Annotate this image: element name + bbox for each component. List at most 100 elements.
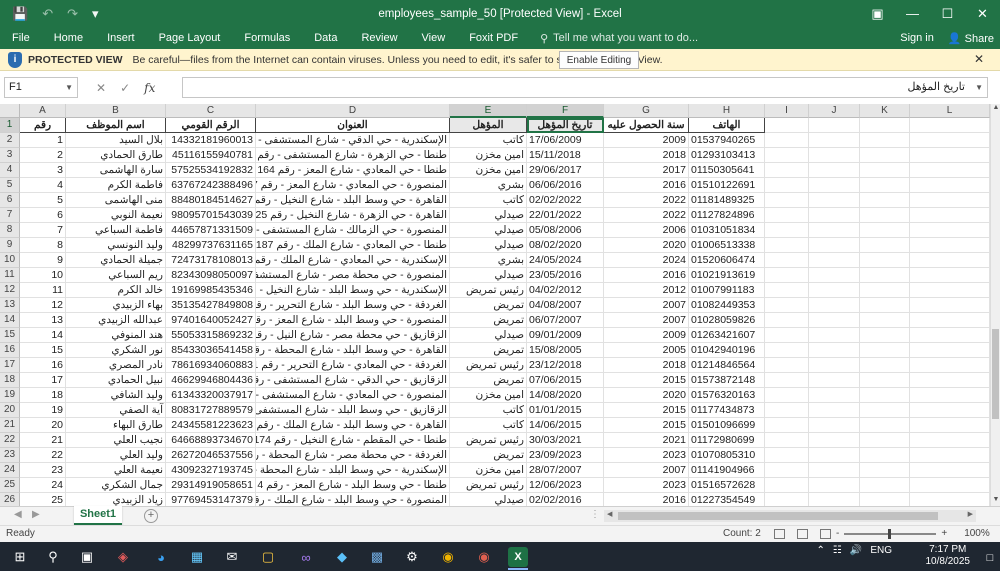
table-cell-addr[interactable]: القاهرة - حي وسط البلد - شارع المحطة - ر… [256, 343, 450, 358]
empty-cell[interactable] [765, 193, 809, 208]
empty-cell[interactable] [809, 298, 860, 313]
empty-cell[interactable] [860, 388, 910, 403]
header-cell-e[interactable]: المؤهل [450, 118, 527, 133]
table-cell-name[interactable]: فاطمة الكرم [66, 178, 166, 193]
table-cell-qdate[interactable]: 15/11/2018 [527, 148, 604, 163]
table-cell-year[interactable]: 2009 [604, 133, 689, 148]
table-cell-name[interactable]: وليد النونسي [66, 238, 166, 253]
table-cell-addr[interactable]: الإسكندرية - حي المعادي - شارع الملك - ر… [256, 253, 450, 268]
table-cell-num[interactable]: 4 [20, 178, 66, 193]
close-icon[interactable]: ✕ [974, 52, 984, 66]
empty-cell[interactable] [860, 178, 910, 193]
empty-cell[interactable] [860, 343, 910, 358]
table-cell-phone[interactable]: 01263421607 [689, 328, 765, 343]
settings-icon[interactable]: ⚙ [402, 547, 422, 567]
row-header[interactable]: 11 [0, 268, 20, 283]
table-cell-name[interactable]: فاطمة السباعي [66, 223, 166, 238]
table-cell-qdate[interactable]: 24/05/2024 [527, 253, 604, 268]
table-cell-qual[interactable]: رئيس تمريض [450, 478, 527, 493]
empty-cell[interactable] [765, 358, 809, 373]
table-cell-phone[interactable]: 01006513338 [689, 238, 765, 253]
ribbon-display-options-icon[interactable]: ▣ [860, 0, 895, 27]
scroll-thumb[interactable] [992, 329, 999, 419]
excel-icon[interactable]: X [508, 547, 528, 567]
table-cell-name[interactable]: نعيمة النوبي [66, 208, 166, 223]
table-cell-qdate[interactable]: 04/08/2007 [527, 298, 604, 313]
table-cell-phone[interactable]: 01214846564 [689, 358, 765, 373]
table-cell-year[interactable]: 2006 [604, 223, 689, 238]
table-cell-num[interactable]: 25 [20, 493, 66, 506]
table-cell-addr[interactable]: طنطا - حي الزهرة - شارع المستشفى - رقم 7… [256, 148, 450, 163]
table-cell-phone[interactable]: 01501096699 [689, 418, 765, 433]
empty-cell[interactable] [765, 148, 809, 163]
table-cell-name[interactable]: وليد الشافي [66, 388, 166, 403]
empty-cell[interactable] [910, 373, 990, 388]
column-header-j[interactable]: J [809, 104, 860, 118]
table-cell-qual[interactable]: امين مخزن [450, 463, 527, 478]
table-cell-phone[interactable]: 01141904966 [689, 463, 765, 478]
empty-cell[interactable] [809, 358, 860, 373]
row-header[interactable]: 24 [0, 463, 20, 478]
row-header[interactable]: 3 [0, 148, 20, 163]
table-cell-phone[interactable]: 01007991183 [689, 283, 765, 298]
search-icon[interactable]: ⚲ [43, 547, 63, 567]
table-cell-phone[interactable]: 01537940265 [689, 133, 765, 148]
network-icon[interactable]: ☷ [833, 545, 842, 556]
table-cell-qual[interactable]: امين مخزن [450, 148, 527, 163]
next-sheet-icon[interactable]: ▶ [32, 509, 40, 520]
empty-cell[interactable] [765, 343, 809, 358]
table-cell-name[interactable]: بهاء الزبيدي [66, 298, 166, 313]
table-cell-addr[interactable]: القاهرة - حي الزهرة - شارع النخيل - رقم … [256, 208, 450, 223]
table-cell-name[interactable]: طارق البهاء [66, 418, 166, 433]
table-cell-qual[interactable]: كاتب [450, 418, 527, 433]
empty-cell[interactable] [809, 373, 860, 388]
table-cell-year[interactable]: 2018 [604, 148, 689, 163]
table-cell-num[interactable]: 3 [20, 163, 66, 178]
table-cell-name[interactable]: هند المنوفي [66, 328, 166, 343]
empty-cell[interactable] [765, 163, 809, 178]
table-cell-addr[interactable]: القاهرة - حي وسط البلد - شارع النخيل - ر… [256, 193, 450, 208]
empty-cell[interactable] [765, 373, 809, 388]
table-cell-qdate[interactable]: 15/08/2005 [527, 343, 604, 358]
row-header[interactable]: 26 [0, 493, 20, 506]
table-cell-year[interactable]: 2015 [604, 373, 689, 388]
row-header[interactable]: 8 [0, 223, 20, 238]
table-cell-qdate[interactable]: 14/08/2020 [527, 388, 604, 403]
table-cell-phone[interactable]: 01172980699 [689, 433, 765, 448]
sign-in-link[interactable]: Sign in [900, 32, 934, 44]
table-cell-year[interactable]: 2016 [604, 493, 689, 506]
row-header[interactable]: 18 [0, 373, 20, 388]
column-header-c[interactable]: C [166, 104, 256, 118]
table-cell-nid[interactable]: 19169985435346 [166, 283, 256, 298]
empty-cell[interactable] [910, 478, 990, 493]
sheet-options-icon[interactable]: ⋮ [590, 509, 600, 520]
table-cell-addr[interactable]: المنصورة - حي وسط البلد - شارع المعز - ر… [256, 313, 450, 328]
empty-cell[interactable] [765, 493, 809, 506]
column-header-l[interactable]: L [910, 104, 990, 118]
table-cell-phone[interactable]: 01181489325 [689, 193, 765, 208]
table-cell-qual[interactable]: رئيس تمريض [450, 358, 527, 373]
header-cell-h[interactable]: الهاتف [689, 118, 765, 133]
table-cell-nid[interactable]: 72473178108013 [166, 253, 256, 268]
empty-cell[interactable] [910, 313, 990, 328]
table-cell-name[interactable]: آية الصفي [66, 403, 166, 418]
table-cell-qdate[interactable]: 06/07/2007 [527, 313, 604, 328]
tab-view[interactable]: View [410, 27, 458, 49]
empty-cell[interactable] [910, 268, 990, 283]
empty-cell[interactable] [860, 223, 910, 238]
empty-cell[interactable] [910, 283, 990, 298]
empty-cell[interactable] [910, 298, 990, 313]
table-cell-nid[interactable]: 46629946804436 [166, 373, 256, 388]
table-cell-year[interactable]: 2009 [604, 328, 689, 343]
empty-cell[interactable] [910, 133, 990, 148]
close-button[interactable]: ✕ [965, 0, 1000, 27]
table-cell-name[interactable]: نعيمة العلي [66, 463, 166, 478]
row-header[interactable]: 1 [0, 118, 20, 133]
empty-cell[interactable] [860, 268, 910, 283]
row-header[interactable]: 5 [0, 178, 20, 193]
table-cell-year[interactable]: 2017 [604, 163, 689, 178]
empty-cell[interactable] [809, 343, 860, 358]
table-cell-qual[interactable]: رئيس تمريض [450, 283, 527, 298]
vertical-scrollbar[interactable]: ▲ ▼ [990, 104, 1000, 506]
empty-cell[interactable] [765, 448, 809, 463]
